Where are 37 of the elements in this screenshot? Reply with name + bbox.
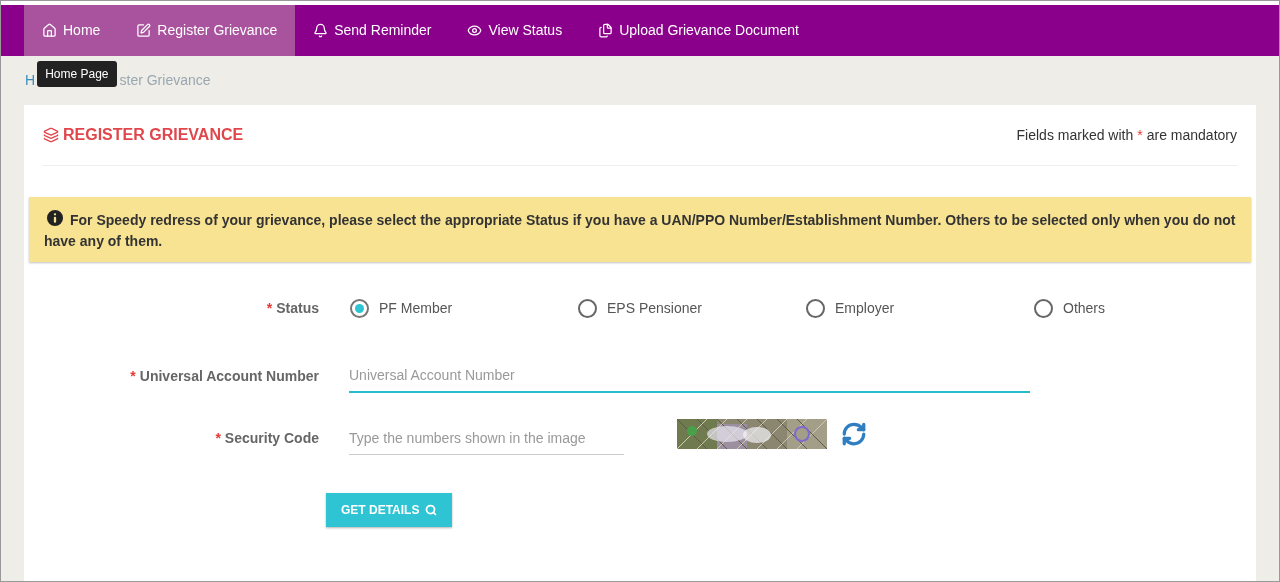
uan-label: Universal Account Number xyxy=(139,366,319,386)
radio-option[interactable]: Employer xyxy=(806,298,1034,319)
info-icon xyxy=(44,207,66,229)
home-icon xyxy=(42,23,57,38)
tooltip: Home Page xyxy=(37,60,117,87)
security-code-field[interactable]: Type the numbers shown in the image xyxy=(349,421,624,455)
search-icon xyxy=(425,504,438,516)
radio-button[interactable] xyxy=(806,299,825,318)
security-code-label: Security Code xyxy=(224,428,319,448)
nav-item[interactable]: Upload Grievance Document xyxy=(580,5,817,56)
required-mark: * xyxy=(1137,126,1143,145)
card-title: REGISTER GRIEVANCE xyxy=(63,125,244,145)
required-mark: * xyxy=(215,428,221,448)
radio-option[interactable]: Others xyxy=(1034,298,1262,319)
documents-icon xyxy=(598,23,614,38)
radio-button[interactable] xyxy=(350,299,369,318)
nav-item[interactable]: Send Reminder xyxy=(295,5,450,56)
uan-field[interactable]: Universal Account Number xyxy=(349,359,1030,393)
required-mark: * xyxy=(130,366,136,386)
eye-icon xyxy=(467,23,483,38)
radio-option[interactable]: EPS Pensioner xyxy=(578,298,806,319)
radio-button[interactable] xyxy=(1034,299,1053,318)
nav-item[interactable]: View Status xyxy=(449,5,581,56)
refresh-icon[interactable] xyxy=(841,421,867,447)
mandatory-note: Fields marked with xyxy=(1016,126,1134,145)
status-label: Status xyxy=(276,299,319,318)
mandatory-note: are mandatory xyxy=(1146,126,1237,145)
breadcrumb-item: ster Grievance xyxy=(119,71,211,90)
radio-button[interactable] xyxy=(578,299,597,318)
layers-icon xyxy=(43,127,59,143)
nav-item[interactable]: Register Grievance xyxy=(118,5,296,56)
required-mark: * xyxy=(266,299,273,318)
radio-option[interactable]: PF Member xyxy=(350,298,578,319)
pencil-icon xyxy=(136,23,152,38)
nav-item[interactable]: Home xyxy=(24,5,119,56)
bell-icon xyxy=(313,23,329,38)
alert-text: For Speedy redress of your grievance, please select the appropriate Status if you have a UAN/PPO Number/Establishment Number. Others to be selected only when you do not have any of them. xyxy=(44,207,1236,252)
